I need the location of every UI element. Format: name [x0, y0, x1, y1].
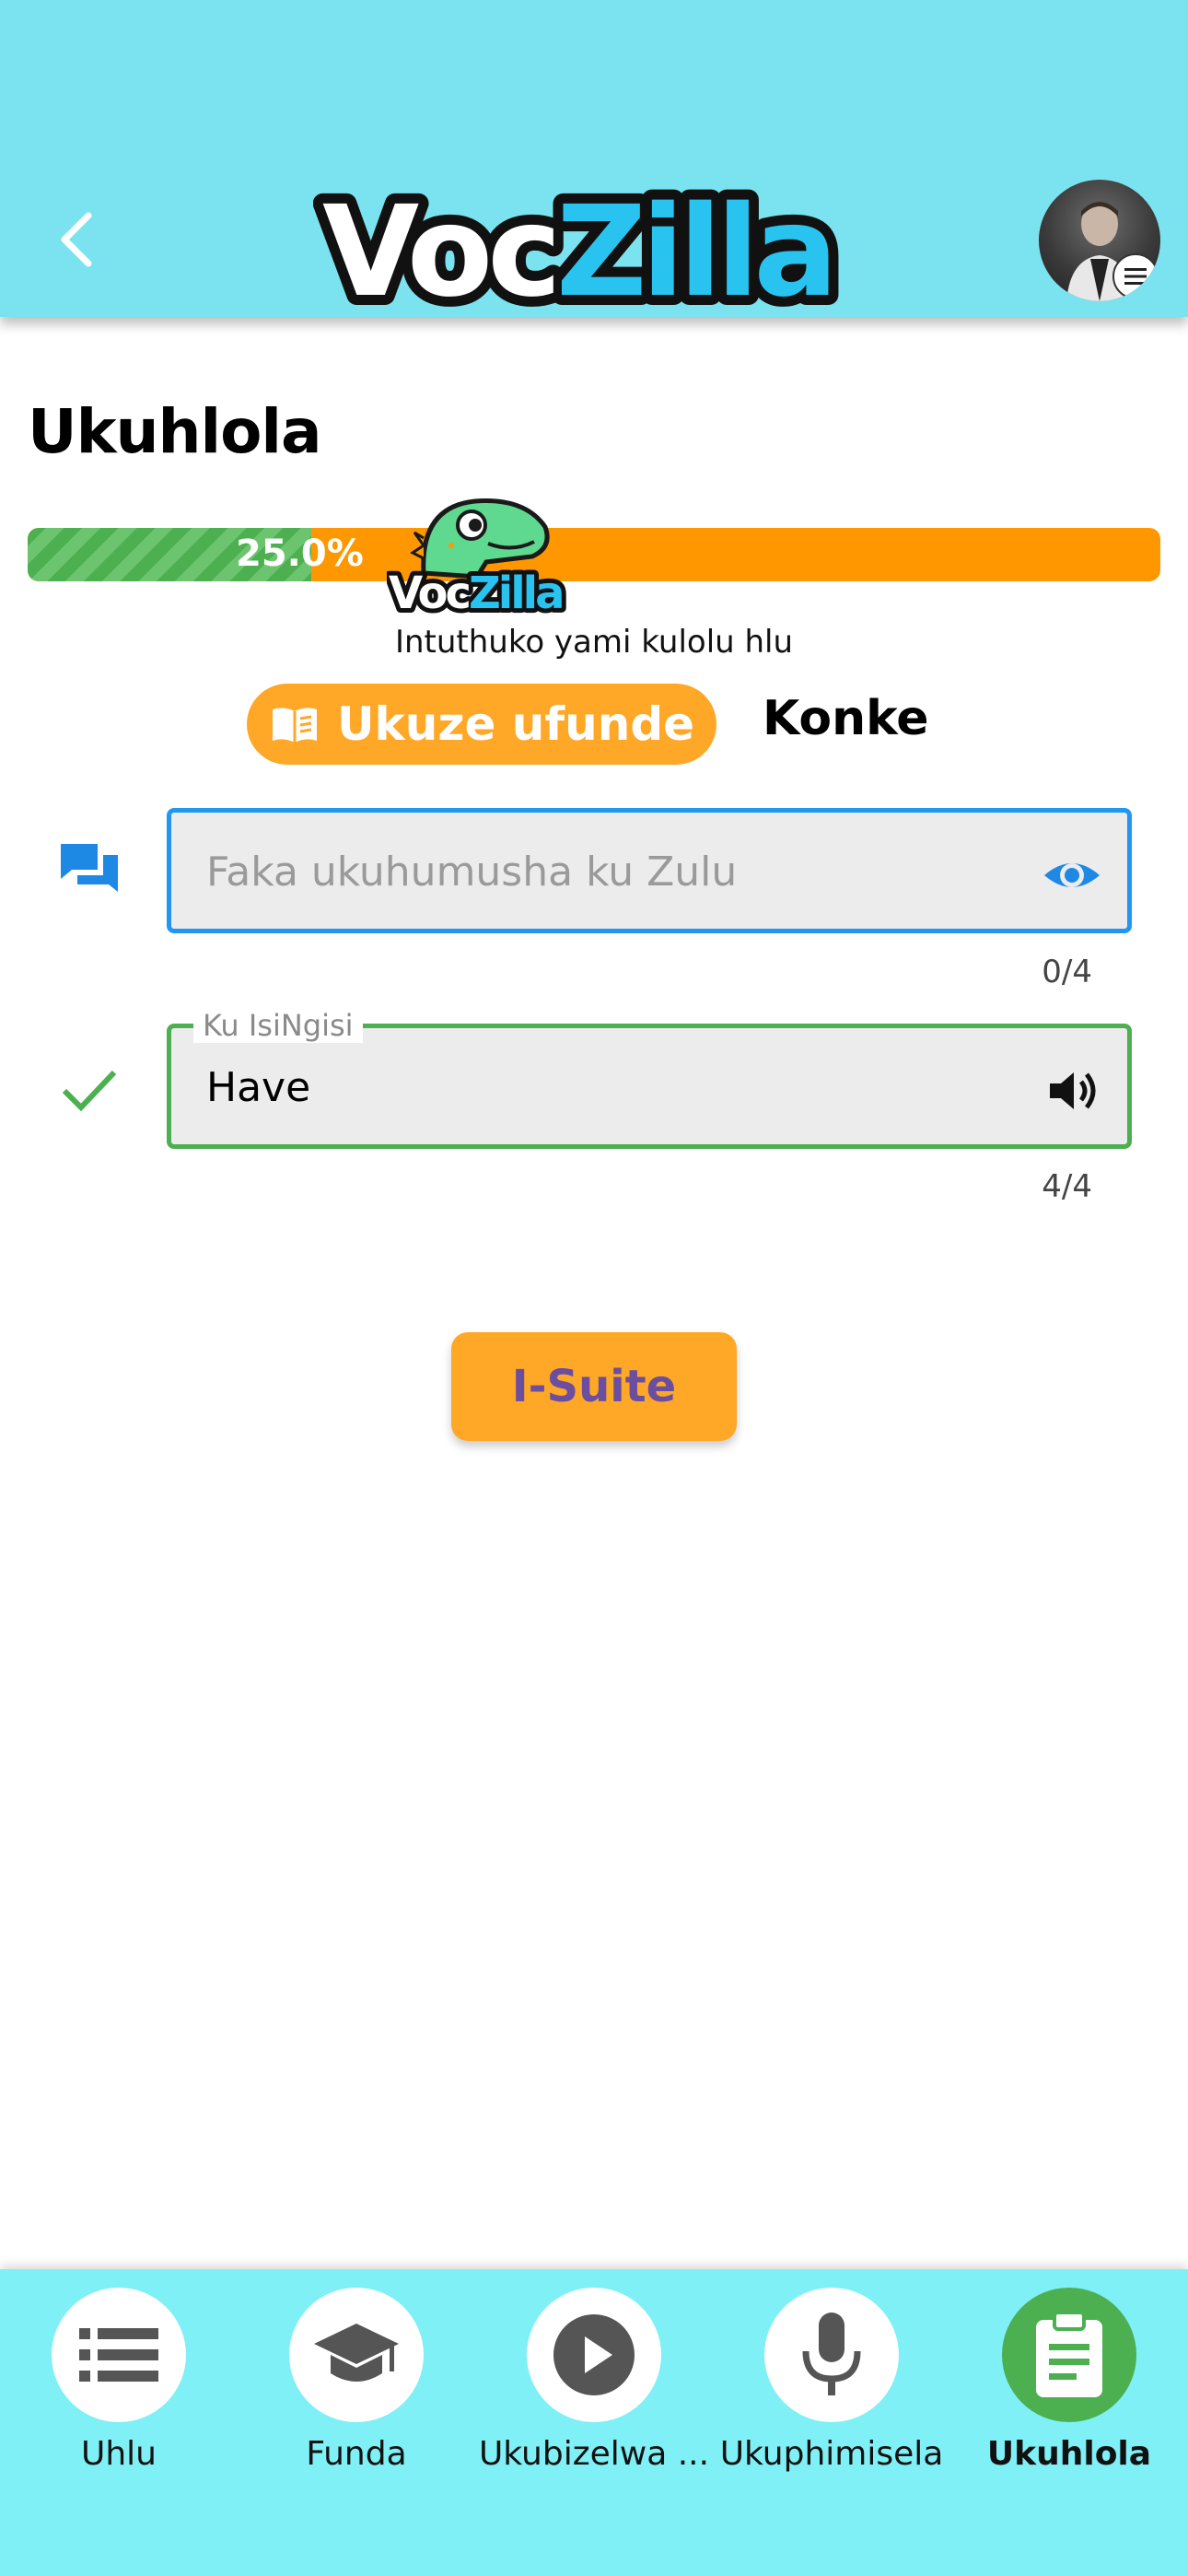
voczilla-logo: VocZilla VocZilla — [313, 177, 848, 315]
bottom-nav: Uhlu Funda Ukubizelwa ... Ukuphimisela U… — [0, 2269, 1188, 2576]
submit-button[interactable]: I-Suite — [451, 1332, 737, 1441]
nav-item-ukubizelwa[interactable]: Ukubizelwa ... — [475, 2288, 713, 2509]
mode-learn-label: Ukuze ufunde — [336, 697, 695, 751]
nav-label-ukuhlola: Ukuhlola — [986, 2435, 1152, 2473]
list-icon — [52, 2288, 186, 2422]
book-icon — [272, 708, 317, 743]
clipboard-icon — [1002, 2288, 1136, 2422]
nav-label-uhlu: Uhlu — [81, 2435, 157, 2473]
zulu-translation-field — [167, 808, 1132, 933]
page-title: Ukuhlola — [28, 396, 322, 467]
check-icon — [62, 1070, 117, 1112]
nav-item-ukuphimisela[interactable]: Ukuphimisela — [713, 2288, 950, 2509]
nav-item-funda[interactable]: Funda — [238, 2288, 475, 2509]
chevron-left-icon[interactable] — [46, 203, 111, 276]
english-field-label: Ku IsiNgisi — [193, 1008, 363, 1043]
mascot-logo: VocZilla VocZilla — [387, 498, 570, 617]
chat-icon — [61, 844, 118, 892]
nav-label-funda: Funda — [306, 2435, 407, 2473]
user-avatar[interactable] — [1039, 180, 1160, 301]
nav-item-ukuhlola[interactable]: Ukuhlola — [950, 2288, 1188, 2509]
speaker-icon[interactable] — [1042, 1061, 1101, 1120]
english-char-counter: 4/4 — [1042, 1168, 1092, 1205]
zulu-char-counter: 0/4 — [1042, 954, 1092, 990]
mode-learn-button[interactable]: Ukuze ufunde — [247, 684, 716, 765]
eye-icon[interactable] — [1042, 846, 1101, 905]
progress-caption: Intuthuko yami kulolu hlu — [394, 624, 794, 661]
nav-item-uhlu[interactable]: Uhlu — [0, 2288, 238, 2509]
zulu-translation-input[interactable] — [204, 813, 1019, 931]
mode-all-button[interactable]: Konke — [763, 691, 929, 746]
svg-text:VocZilla: VocZilla — [322, 180, 833, 315]
menu-icon[interactable] — [1112, 253, 1159, 299]
nav-label-ukubizelwa: Ukubizelwa ... — [478, 2435, 710, 2473]
play-icon — [527, 2288, 661, 2422]
app-header: VocZilla VocZilla — [0, 0, 1188, 317]
svg-text:VocZilla: VocZilla — [389, 568, 563, 617]
nav-label-ukuphimisela: Ukuphimisela — [719, 2435, 944, 2473]
graduation-cap-icon — [289, 2288, 424, 2422]
english-input[interactable] — [204, 1028, 1019, 1146]
progress-percent: 25.0% — [236, 533, 364, 575]
microphone-icon — [764, 2288, 899, 2422]
